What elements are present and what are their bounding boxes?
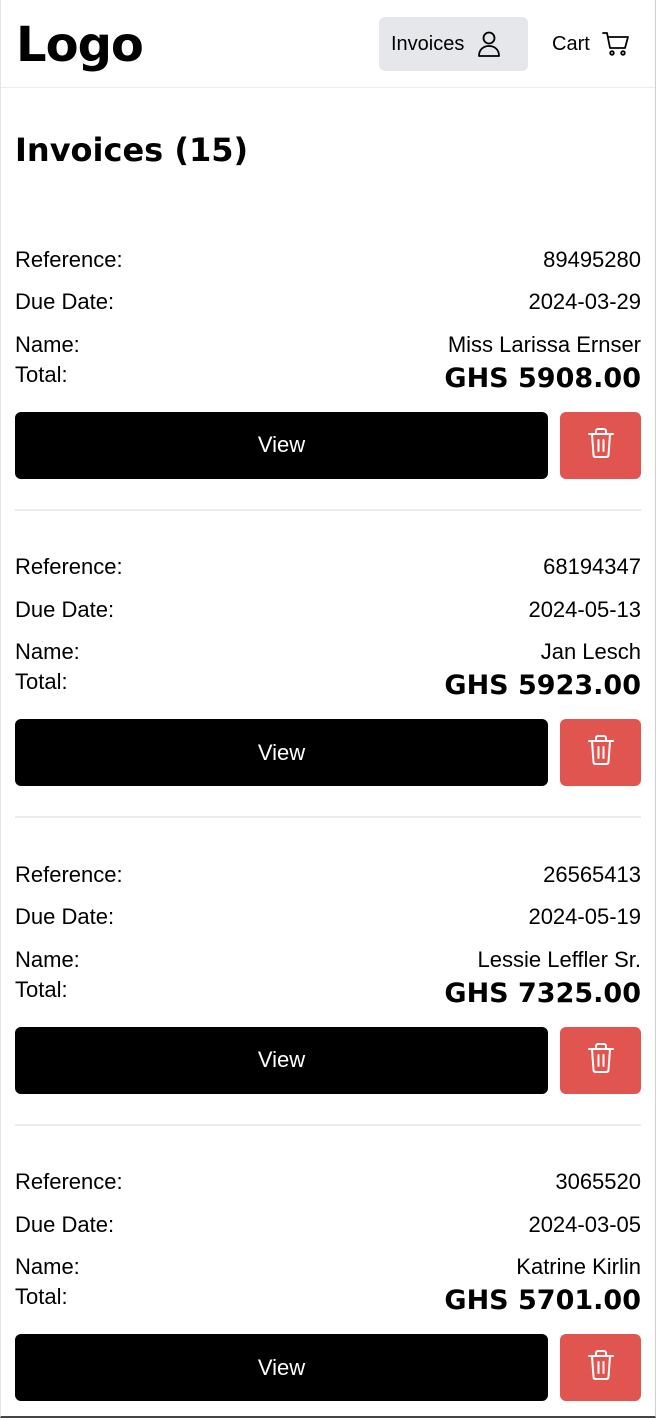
name-label: Name: [15,946,80,972]
top-header: Logo Invoices Cart [1,0,655,88]
name-row: Name: Miss Larissa Ernser [15,315,641,358]
view-button[interactable]: View [15,1026,548,1094]
delete-button[interactable] [560,1334,641,1401]
total-label: Total: [15,669,68,694]
total-value: GHS 5923.00 [444,670,641,701]
name-value: Katrine Kirlin [516,1254,641,1279]
nav-invoices-button[interactable]: Invoices [379,17,528,71]
user-icon [476,30,502,58]
total-row: Total: GHS 5701.00 [15,1280,641,1326]
reference-label: Reference: [15,554,123,579]
view-button[interactable]: View [15,719,548,786]
delete-button[interactable] [560,719,641,786]
name-label: Name: [15,639,80,664]
nav-cart-label: Cart [552,32,590,55]
name-label: Name: [15,331,80,357]
invoice-list: Reference: 89495280 Due Date: 2024-03-29… [15,230,641,1417]
due-date-row: Due Date: 2024-05-19 [15,888,641,931]
due-date-label: Due Date: [15,289,115,314]
reference-row: Reference: 68194347 [15,538,641,581]
reference-label: Reference: [15,246,123,272]
name-row: Name: Katrine Kirlin [15,1238,641,1281]
top-nav: Invoices Cart [379,17,641,71]
app-frame: Logo Invoices Cart Invoices (15) Referen… [0,0,656,1418]
logo[interactable]: Logo [16,21,144,69]
delete-button[interactable] [560,411,641,479]
total-row: Total: GHS 5908.00 [15,358,641,404]
due-date-row: Due Date: 2024-03-29 [15,273,641,316]
reference-value: 3065520 [555,1169,641,1194]
trash-icon [587,734,615,771]
invoice-actions: View [15,1334,641,1401]
delete-button[interactable] [560,1026,641,1094]
nav-invoices-label: Invoices [391,32,465,55]
view-button[interactable]: View [15,411,548,479]
invoice-actions: View [15,719,641,786]
due-date-label: Due Date: [15,596,115,622]
due-date-label: Due Date: [15,904,115,929]
name-value: Miss Larissa Ernser [447,331,641,357]
total-row: Total: GHS 5923.00 [15,665,641,711]
invoice-actions: View [15,1026,641,1094]
total-row: Total: GHS 7325.00 [15,973,641,1019]
reference-row: Reference: 26565413 [15,845,641,888]
total-value: GHS 5701.00 [444,1285,641,1316]
due-date-value: 2024-03-29 [528,289,641,314]
name-value: Jan Lesch [540,639,641,664]
trash-icon [587,1349,615,1386]
due-date-row: Due Date: 2024-05-13 [15,580,641,623]
due-date-value: 2024-05-13 [528,596,641,622]
invoice-card: Reference: 89495280 Due Date: 2024-03-29… [15,230,641,511]
invoice-card: Reference: 3065520 Due Date: 2024-03-05 … [15,1126,641,1417]
name-row: Name: Jan Lesch [15,623,641,666]
cart-icon [601,31,630,57]
nav-cart-button[interactable]: Cart [538,17,641,71]
invoice-actions: View [15,411,641,479]
due-date-label: Due Date: [15,1211,115,1237]
reference-label: Reference: [15,1169,123,1194]
view-button[interactable]: View [15,1334,548,1401]
total-value: GHS 5908.00 [444,362,641,394]
due-date-row: Due Date: 2024-03-05 [15,1195,641,1238]
reference-value: 89495280 [543,246,641,272]
due-date-value: 2024-05-19 [528,904,641,929]
invoice-card: Reference: 68194347 Due Date: 2024-05-13… [15,511,641,818]
name-value: Lessie Leffler Sr. [477,946,641,972]
reference-value: 68194347 [543,554,641,579]
name-row: Name: Lessie Leffler Sr. [15,930,641,973]
reference-label: Reference: [15,861,123,887]
main-content: Invoices (15) Reference: 89495280 Due Da… [1,130,655,1417]
reference-row: Reference: 89495280 [15,230,641,273]
page-title: Invoices (15) [15,131,249,169]
trash-icon [587,1042,615,1079]
invoice-card: Reference: 26565413 Due Date: 2024-05-19… [15,818,641,1126]
total-label: Total: [15,361,68,387]
name-label: Name: [15,1254,80,1279]
reference-value: 26565413 [543,861,641,887]
total-value: GHS 7325.00 [444,977,641,1009]
due-date-value: 2024-03-05 [528,1211,641,1237]
total-label: Total: [15,1284,68,1309]
reference-row: Reference: 3065520 [15,1153,641,1196]
total-label: Total: [15,976,68,1002]
trash-icon [587,427,615,464]
